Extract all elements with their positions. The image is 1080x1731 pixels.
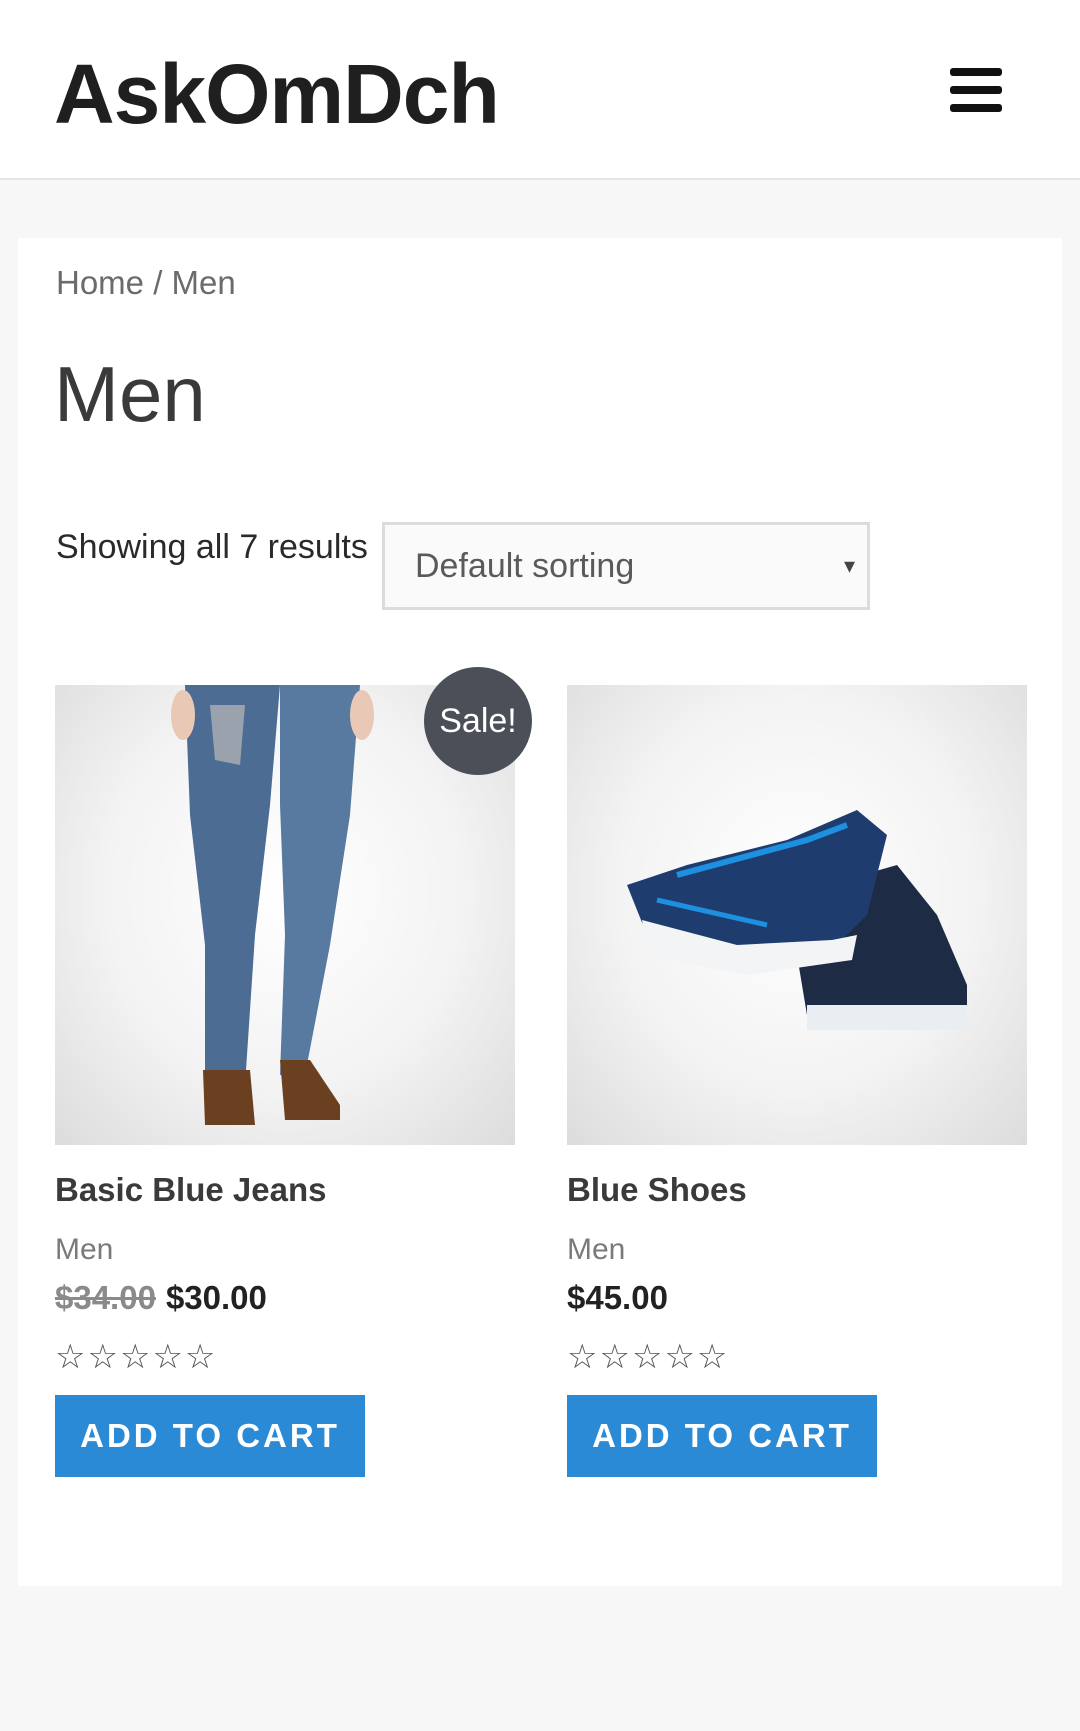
site-title[interactable]: AskOmDch — [54, 46, 500, 142]
result-count: Showing all 7 results — [56, 528, 368, 566]
breadcrumb-home-link[interactable]: Home — [56, 264, 144, 301]
product-category: Men — [55, 1233, 114, 1266]
add-to-cart-button[interactable]: ADD TO CART — [567, 1395, 877, 1477]
site-header: AskOmDch — [0, 0, 1080, 180]
chevron-down-icon: ▾ — [843, 553, 855, 578]
add-to-cart-button[interactable]: ADD TO CART — [55, 1395, 365, 1477]
sort-select[interactable]: Default sorting ▾ — [382, 522, 870, 610]
product-title[interactable]: Blue Shoes — [567, 1171, 747, 1209]
product-card-blue-shoes: Blue Shoes Men $45.00 ☆☆☆☆☆ ADD TO CART — [567, 685, 1027, 1477]
breadcrumb-separator: / — [144, 264, 172, 301]
shoes-image — [627, 810, 967, 1030]
sort-select-value: Default sorting — [415, 547, 635, 585]
breadcrumb: Home / Men — [56, 264, 236, 302]
product-price: $45.00 — [567, 1279, 668, 1316]
main-content: Home / Men Men Showing all 7 results Def… — [18, 238, 1062, 1586]
sale-price: $30.00 — [165, 1279, 267, 1316]
product-card-basic-blue-jeans: Sale! Basic Blue Jeans Men $34.00 $30.00 … — [55, 667, 532, 1477]
star-rating: ☆☆☆☆☆ — [55, 1338, 218, 1376]
product-category: Men — [567, 1233, 626, 1266]
breadcrumb-current: Men — [171, 264, 236, 301]
star-rating: ☆☆☆☆☆ — [567, 1338, 730, 1376]
product-image-shoes[interactable] — [567, 685, 1027, 1145]
sale-badge: Sale! — [424, 667, 532, 775]
hamburger-menu-icon[interactable] — [950, 68, 1002, 114]
page-title: Men — [54, 350, 206, 438]
product-price: $34.00 $30.00 — [55, 1279, 267, 1317]
regular-price: $34.00 — [55, 1279, 156, 1316]
product-title[interactable]: Basic Blue Jeans — [55, 1171, 326, 1209]
